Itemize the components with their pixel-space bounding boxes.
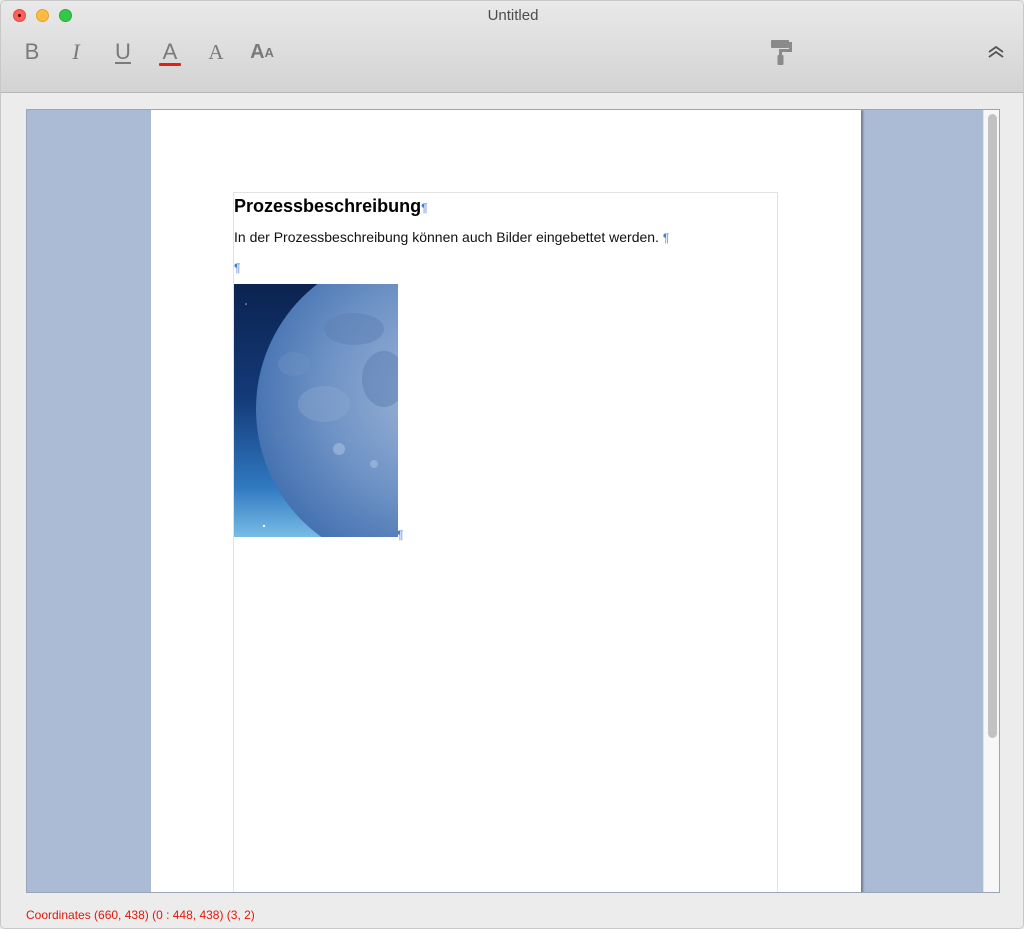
text-color-label: A [162, 38, 178, 64]
image-paragraph-end: ¶ [397, 526, 403, 544]
window-title: Untitled [487, 7, 539, 24]
pilcrow-mark: ¶ [662, 231, 670, 245]
format-painter-button[interactable] [767, 37, 797, 67]
embedded-image[interactable] [234, 284, 398, 542]
document-paragraph[interactable]: In der Prozessbeschreibung können auch B… [234, 229, 669, 245]
title-toolbar: Untitled B I U A A AA [1, 1, 1023, 93]
document-paragraph-text: In der Prozessbeschreibung können auch B… [234, 229, 659, 245]
empty-paragraph[interactable]: ¶ [234, 259, 240, 277]
vertical-scrollbar[interactable] [983, 110, 999, 892]
text-frame[interactable]: Prozessbeschreibung¶ In der Prozessbesch… [233, 192, 778, 892]
double-chevron-up-icon [988, 45, 1004, 58]
font-size-button[interactable]: AA [247, 37, 277, 67]
font-size-big-glyph: A [250, 40, 265, 63]
document-scroll-view[interactable]: Prozessbeschreibung¶ In der Prozessbesch… [26, 109, 1000, 893]
coordinates-status: Coordinates (660, 438) (0 : 448, 438) (3… [26, 908, 255, 922]
pilcrow-mark: ¶ [397, 528, 404, 542]
paint-roller-icon [771, 40, 792, 65]
moon-image [234, 284, 398, 537]
document-page[interactable]: Prozessbeschreibung¶ In der Prozessbesch… [151, 110, 861, 892]
document-heading[interactable]: Prozessbeschreibung¶ [234, 196, 428, 217]
bold-button[interactable]: B [21, 37, 43, 67]
text-color-swatch [159, 62, 181, 66]
font-button[interactable]: A [204, 37, 228, 67]
text-color-button[interactable]: A [158, 37, 182, 67]
pilcrow-mark: ¶ [421, 201, 428, 215]
underline-button[interactable]: U [111, 37, 135, 67]
document-heading-text: Prozessbeschreibung [234, 196, 422, 216]
italic-button[interactable]: I [65, 37, 87, 67]
editor-window: Untitled B I U A A AA Prozessbeschreibun… [0, 0, 1024, 929]
pilcrow-mark: ¶ [234, 261, 241, 275]
collapse-toolbar-button[interactable] [985, 37, 1007, 67]
font-size-small-glyph: A [264, 44, 274, 60]
vertical-scroll-thumb[interactable] [988, 114, 997, 738]
